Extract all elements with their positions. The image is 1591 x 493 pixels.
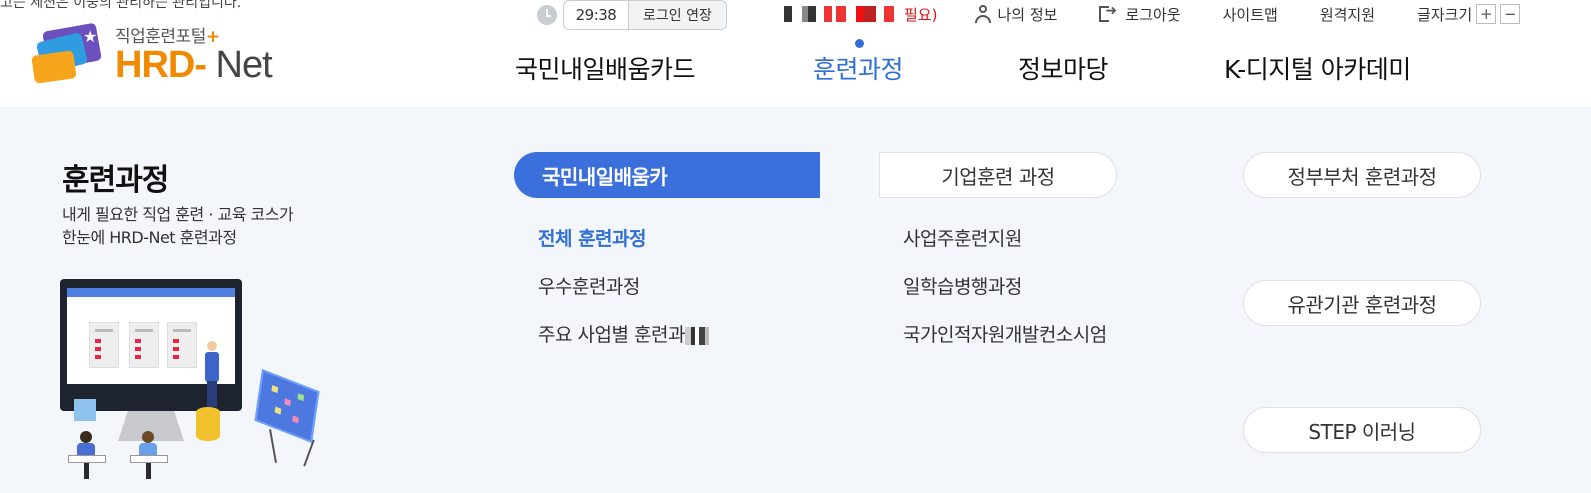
utility-links: 필요) 나의 정보 로그아웃 사이트맵 원격지원 글자크기 + −: [784, 0, 1521, 28]
nav-info[interactable]: 정보마당: [1018, 50, 1109, 86]
logout-icon: [1099, 3, 1119, 23]
font-size-control: 글자크기 + −: [1417, 4, 1521, 25]
minus-icon[interactable]: −: [1500, 4, 1521, 24]
all-courses-link[interactable]: 전체 훈련과정: [538, 224, 647, 251]
notice-suffix: 필요): [904, 5, 938, 24]
font-size-label: 글자크기: [1417, 5, 1473, 24]
hr-consortium-link[interactable]: 국가인적자원개발컨소시엄: [903, 320, 1107, 347]
plus-icon[interactable]: +: [1476, 4, 1497, 24]
employer-training-link[interactable]: 사업주훈련지원: [903, 224, 1022, 251]
session-timer: 29:38 로그인 연장: [537, 0, 727, 30]
excellent-courses-link[interactable]: 우수훈련과정: [538, 272, 640, 299]
logout-label: 로그아웃: [1125, 5, 1181, 24]
national-card-courses-label: 국민내일배움카: [542, 164, 668, 189]
panel-desc-line2: 한눈에 HRD-Net 훈련과정: [62, 228, 237, 247]
major-business-courses-label: 주요 사업별 훈련과: [538, 324, 685, 346]
nav-training-course[interactable]: 훈련과정: [813, 50, 904, 86]
redacted-text: [784, 6, 902, 22]
active-indicator: [855, 39, 864, 48]
clock-icon: [537, 5, 557, 25]
timer-box: 29:38 로그인 연장: [563, 0, 727, 30]
related-agency-training-button[interactable]: 유관기관 훈련과정: [1243, 280, 1481, 326]
login-extend-button[interactable]: 로그인 연장: [628, 1, 726, 29]
panel-title: 훈련과정: [62, 163, 169, 198]
sitemap-link[interactable]: 사이트맵: [1223, 4, 1278, 25]
redacted-text: [684, 326, 709, 345]
remote-support-link[interactable]: 원격지원: [1320, 4, 1375, 25]
panel-desc-line1: 내게 필요한 직업 훈련 · 교육 코스가: [62, 205, 294, 224]
corporate-training-button[interactable]: 기업훈련 과정: [879, 152, 1117, 198]
step-elearning-button[interactable]: STEP 이러닝: [1243, 407, 1481, 453]
user-icon: [975, 5, 992, 23]
panel-description: 내게 필요한 직업 훈련 · 교육 코스가 한눈에 HRD-Net 훈련과정: [62, 203, 362, 249]
notice-link[interactable]: 필요): [784, 4, 937, 25]
my-info-label: 나의 정보: [997, 5, 1058, 24]
national-card-courses-button[interactable]: 국민내일배움카: [514, 152, 820, 198]
nav-national-card[interactable]: 국민내일배움카드: [515, 50, 696, 86]
nav-k-digital[interactable]: K-디지털 아카데미: [1224, 50, 1411, 86]
work-study-link[interactable]: 일학습병행과정: [903, 272, 1022, 299]
logout-link[interactable]: 로그아웃: [1099, 3, 1181, 25]
major-business-courses-link[interactable]: 주요 사업별 훈련과: [538, 320, 709, 347]
training-illustration: [60, 279, 330, 489]
my-info-link[interactable]: 나의 정보: [975, 4, 1057, 25]
government-training-button[interactable]: 정부부처 훈련과정: [1243, 152, 1481, 198]
top-notice-text: 고는 세션은 이중의 관리하는 관리입니다.: [0, 0, 242, 11]
timer-value: 29:38: [575, 6, 617, 24]
main-navigation: 국민내일배움카드 훈련과정 정보마당 K-디지털 아카데미: [0, 50, 1591, 90]
